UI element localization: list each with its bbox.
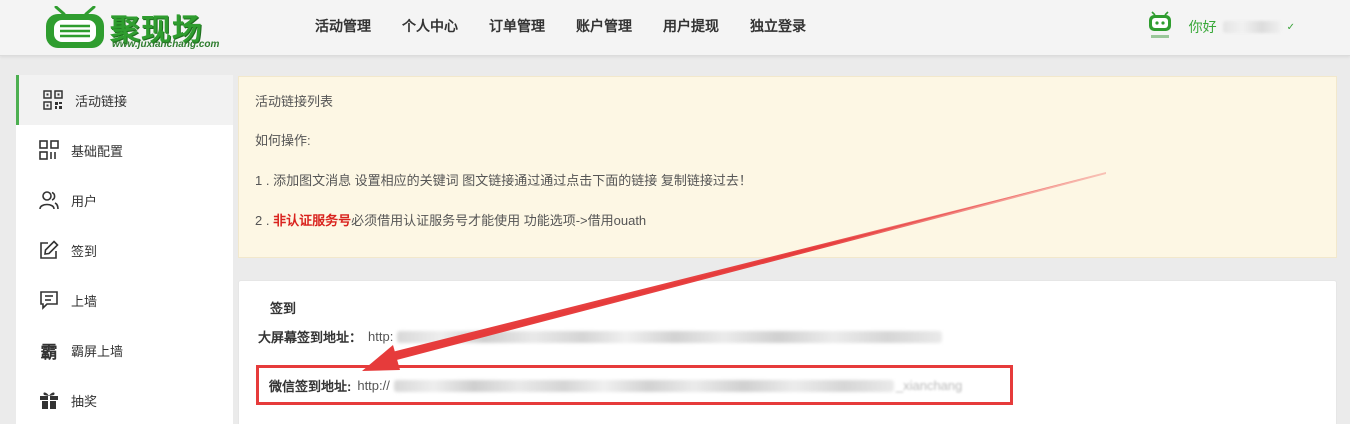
nav-item-personal[interactable]: 个人中心 [402, 0, 458, 52]
edit-icon [38, 239, 60, 261]
logo-url: www.juxianchang.com [112, 39, 220, 50]
step-2-text: 必须借用认证服务号才能使用 功能选项->借用ouath [351, 213, 647, 228]
qrcode-icon [42, 89, 64, 111]
tv-logo-icon [46, 6, 104, 48]
instructions-panel: 活动链接列表 如何操作: 1 . 添加图文消息 设置相应的关键词 图文链接通过通… [238, 76, 1337, 258]
sidebar-item-basic-config[interactable]: 基础配置 [16, 125, 233, 175]
sidebar-item-ba-wall[interactable]: 霸 霸屏上墙 [16, 325, 233, 375]
instruction-step-1: 1 . 添加图文消息 设置相应的关键词 图文链接通过通过点击下面的链接 复制链接… [255, 173, 752, 188]
nav-item-login[interactable]: 独立登录 [750, 0, 806, 52]
nav-item-activity[interactable]: 活动管理 [315, 0, 371, 52]
sidebar-item-label: 用户 [71, 193, 98, 209]
bigscreen-link-label: 大屏幕签到地址： [258, 330, 363, 345]
sidebar-item-label: 上墙 [71, 293, 98, 309]
sidebar-item-signin[interactable]: 签到 [16, 225, 233, 275]
nav-item-account[interactable]: 账户管理 [576, 0, 632, 52]
sidebar-item-lottery[interactable]: 抽奖 [16, 375, 233, 424]
panel-title: 活动链接列表 [255, 94, 334, 109]
sidebar-item-activity-links[interactable]: 活动链接 [16, 75, 233, 125]
bigscreen-link-prefix[interactable]: http: [368, 329, 393, 344]
avatar [1148, 11, 1171, 38]
username-blurred [1222, 21, 1281, 33]
sidebar-item-label: 抽奖 [71, 393, 98, 409]
gift-icon [38, 389, 60, 411]
grid-icon [38, 139, 60, 161]
users-icon [38, 189, 60, 211]
nav-item-orders[interactable]: 订单管理 [489, 0, 545, 52]
user-greeting: 你好 [1188, 19, 1217, 35]
sidebar-item-label: 活动链接 [75, 93, 128, 109]
instruction-step-2: 2 . 非认证服务号必须借用认证服务号才能使用 功能选项->借用ouath [255, 210, 646, 229]
sidebar-item-label: 基础配置 [71, 143, 124, 159]
card-title: 签到 [270, 301, 297, 316]
sidebar-item-wall[interactable]: 上墙 [16, 275, 233, 325]
sidebar-item-label: 霸屏上墙 [71, 343, 124, 359]
step-2-prefix: 2 . [255, 213, 274, 228]
top-header: 聚现场 www.juxianchang.com 活动管理 个人中心 订单管理 账… [0, 0, 1350, 56]
nav-item-withdraw[interactable]: 用户提现 [663, 0, 719, 52]
highlight-box [256, 365, 1013, 405]
bigscreen-link-row: 大屏幕签到地址： http: [258, 327, 943, 346]
logo[interactable]: 聚现场 www.juxianchang.com [44, 2, 244, 54]
main-nav: 活动管理 个人中心 订单管理 账户管理 用户提现 独立登录 [300, 0, 822, 52]
step-2-warning: 非认证服务号 [273, 213, 352, 228]
bigscreen-link-blurred[interactable] [397, 330, 943, 343]
how-to-label: 如何操作: [255, 133, 311, 148]
sidebar: 活动链接 基础配置 用户 签到 上墙 霸 霸屏上墙 抽奖 [16, 75, 233, 424]
sidebar-item-label: 签到 [71, 243, 98, 259]
ba-icon: 霸 [40, 342, 58, 363]
sidebar-item-users[interactable]: 用户 [16, 175, 233, 225]
user-menu[interactable]: 你好 ✓ [1147, 10, 1295, 44]
chevron-down-icon[interactable]: ✓ [1287, 22, 1295, 33]
message-icon [38, 289, 60, 311]
